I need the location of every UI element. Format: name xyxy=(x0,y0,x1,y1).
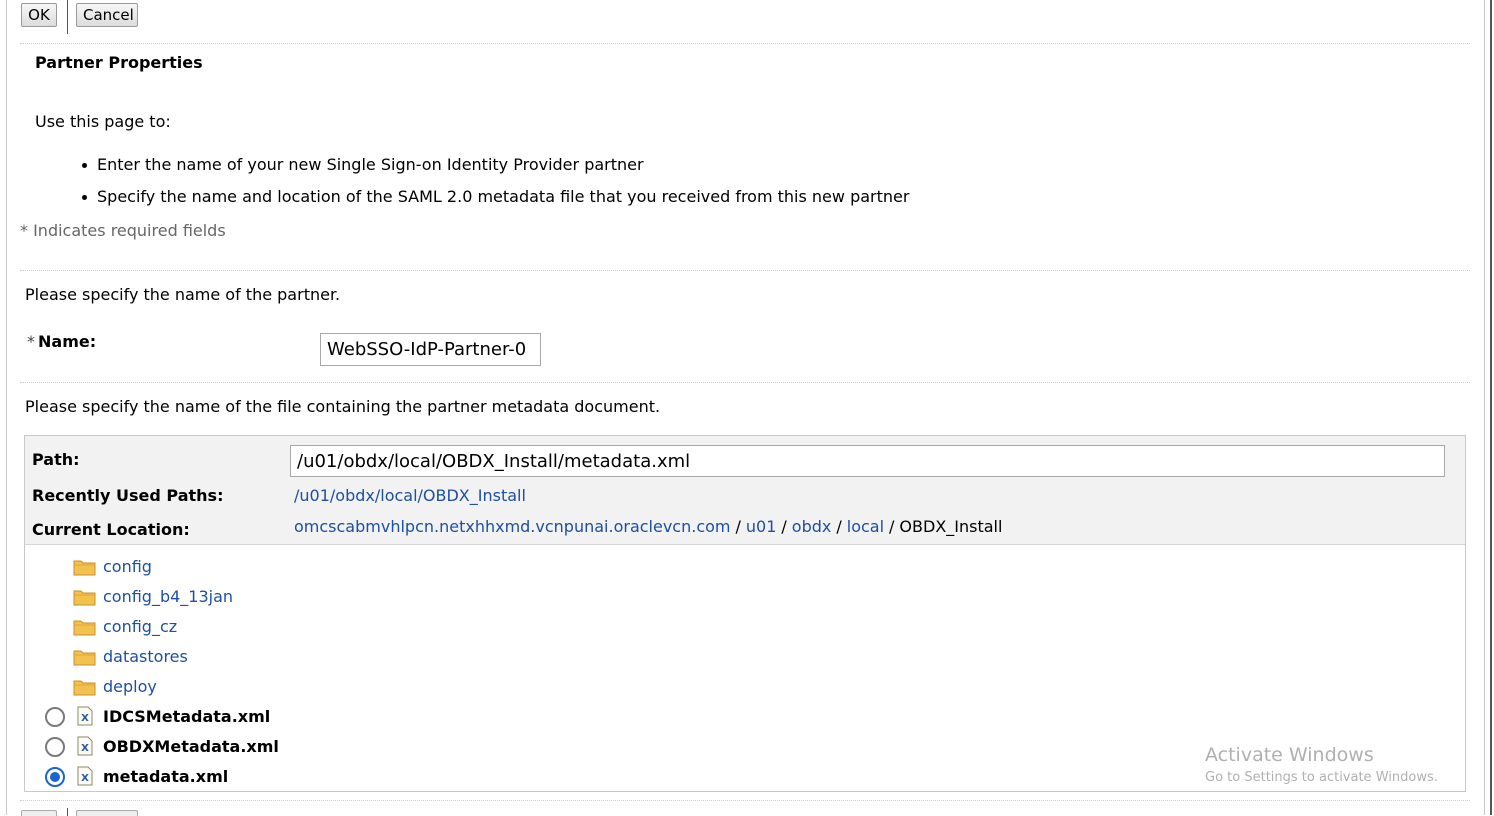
partner-name-input[interactable] xyxy=(320,333,541,366)
watermark-title: Activate Windows xyxy=(1205,744,1374,766)
breadcrumb-u01-link[interactable]: u01 xyxy=(746,517,777,536)
folder-icon xyxy=(73,620,96,636)
file-row[interactable]: X IDCSMetadata.xml xyxy=(25,704,725,734)
current-location-label: Current Location: xyxy=(32,520,190,539)
cancel-button-bottom[interactable] xyxy=(76,810,138,816)
file-select-radio-selected[interactable] xyxy=(45,767,65,787)
divider xyxy=(20,800,1470,801)
instruction-item: Specify the name and location of the SAM… xyxy=(59,186,909,218)
file-browser-header: Path: Recently Used Paths: /u01/obdx/loc… xyxy=(25,436,1465,545)
svg-text:X: X xyxy=(81,773,89,784)
folder-row[interactable]: datastores xyxy=(25,644,725,674)
window-border-left xyxy=(6,0,7,815)
svg-text:X: X xyxy=(81,743,89,754)
breadcrumb-separator: / xyxy=(735,517,741,536)
required-fields-note: * Indicates required fields xyxy=(20,221,226,240)
file-row[interactable]: X OBDXMetadata.xml xyxy=(25,734,725,764)
divider xyxy=(20,43,1470,44)
folder-link[interactable]: deploy xyxy=(103,677,157,696)
toolbar-separator xyxy=(67,0,68,34)
folder-icon xyxy=(73,560,96,576)
cancel-button[interactable]: Cancel xyxy=(76,3,138,27)
folder-row[interactable]: config xyxy=(25,554,725,584)
page-intro: Use this page to: xyxy=(35,112,171,131)
path-input[interactable] xyxy=(290,445,1445,477)
folder-link[interactable]: config_b4_13jan xyxy=(103,587,233,606)
breadcrumb: omcscabmvhlpcn.netxhhxmd.vcnpunai.oracle… xyxy=(294,517,1002,536)
file-select-radio[interactable] xyxy=(45,737,65,757)
required-star: * xyxy=(27,332,35,351)
breadcrumb-separator: / xyxy=(889,517,895,536)
breadcrumb-separator: / xyxy=(781,517,787,536)
folder-icon xyxy=(73,650,96,666)
xml-file-icon: X xyxy=(77,736,93,756)
recent-paths-label: Recently Used Paths: xyxy=(32,486,224,505)
instruction-item: Enter the name of your new Single Sign-o… xyxy=(59,154,909,186)
path-label: Path: xyxy=(32,450,80,469)
folder-row[interactable]: deploy xyxy=(25,674,725,704)
folder-link[interactable]: datastores xyxy=(103,647,188,666)
file-name: metadata.xml xyxy=(103,767,229,786)
metadata-file-prompt: Please specify the name of the file cont… xyxy=(25,397,661,416)
name-label-text: Name: xyxy=(38,332,97,351)
svg-text:X: X xyxy=(81,713,89,724)
folder-link[interactable]: config_cz xyxy=(103,617,177,636)
name-label: * Name: xyxy=(27,332,96,351)
file-row[interactable]: X metadata.xml xyxy=(25,764,725,794)
page-title: Partner Properties xyxy=(35,53,203,72)
window-scrollbar-edge xyxy=(1490,0,1492,815)
ok-button[interactable]: OK xyxy=(21,3,57,27)
breadcrumb-local-link[interactable]: local xyxy=(847,517,884,536)
divider xyxy=(20,382,1470,383)
partner-name-prompt: Please specify the name of the partner. xyxy=(25,285,341,304)
folder-icon xyxy=(73,590,96,606)
recent-path-link[interactable]: /u01/obdx/local/OBDX_Install xyxy=(294,486,526,505)
xml-file-icon: X xyxy=(77,706,93,726)
breadcrumb-separator: / xyxy=(836,517,842,536)
folder-icon xyxy=(73,680,96,696)
ok-button-bottom[interactable] xyxy=(21,810,57,816)
divider xyxy=(20,270,1470,271)
folder-row[interactable]: config_cz xyxy=(25,614,725,644)
instruction-list: Enter the name of your new Single Sign-o… xyxy=(59,154,909,218)
folder-link[interactable]: config xyxy=(103,557,152,576)
breadcrumb-host-link[interactable]: omcscabmvhlpcn.netxhhxmd.vcnpunai.oracle… xyxy=(294,517,731,536)
window-border-right xyxy=(1484,0,1485,815)
file-name: IDCSMetadata.xml xyxy=(103,707,271,726)
file-select-radio[interactable] xyxy=(45,707,65,727)
breadcrumb-obdx-link[interactable]: obdx xyxy=(792,517,832,536)
xml-file-icon: X xyxy=(77,766,93,786)
activate-windows-watermark: Activate Windows Go to Settings to activ… xyxy=(1205,744,1438,785)
file-browser-panel: Path: Recently Used Paths: /u01/obdx/loc… xyxy=(24,435,1466,792)
folder-row[interactable]: config_b4_13jan xyxy=(25,584,725,614)
file-name: OBDXMetadata.xml xyxy=(103,737,279,756)
breadcrumb-current: OBDX_Install xyxy=(899,517,1003,536)
watermark-subtitle: Go to Settings to activate Windows. xyxy=(1205,770,1438,785)
